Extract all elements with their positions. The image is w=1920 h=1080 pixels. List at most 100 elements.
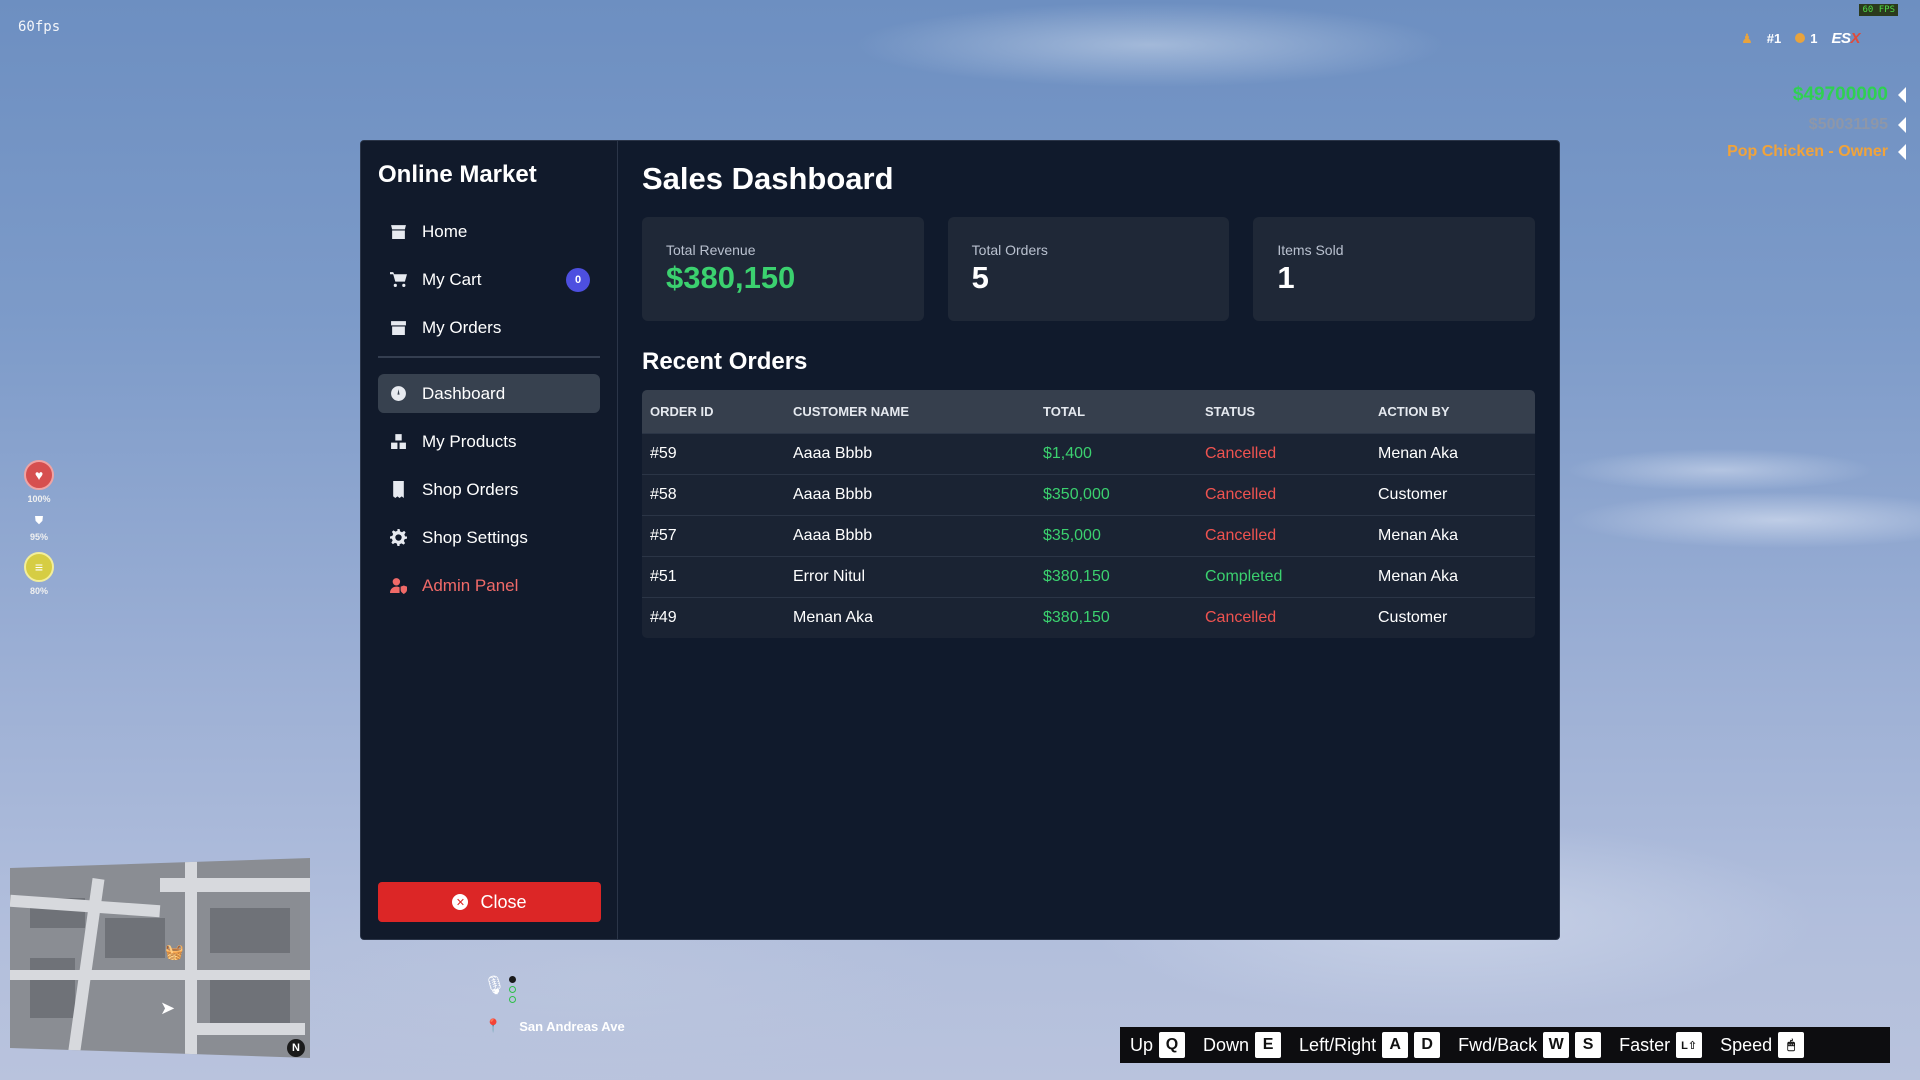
table-header-row: ORDER ID CUSTOMER NAME TOTAL STATUS ACTI…: [642, 390, 1535, 433]
stat-label: Total Orders: [971, 242, 1048, 258]
action-by: Menan Aka: [1370, 514, 1535, 556]
notch-icon: [1898, 87, 1906, 103]
esx-logo: ESX: [1831, 30, 1860, 47]
table-row[interactable]: #57 Aaaa Bbbb $35,000 Cancelled Menan Ak…: [642, 514, 1535, 556]
key-cap: A: [1382, 1032, 1409, 1058]
cart-icon: [388, 271, 408, 288]
dashboard-main: Sales Dashboard Total Revenue $380,150 T…: [618, 141, 1559, 939]
heart-icon: ♥: [24, 460, 54, 490]
sidebar-item-label: My Orders: [422, 317, 502, 337]
table-row[interactable]: #59 Aaaa Bbbb $1,400 Cancelled Menan Aka: [642, 432, 1535, 474]
customer-name: Aaaa Bbbb: [785, 432, 1035, 474]
mouse-icon: 🖱: [1778, 1032, 1805, 1058]
key-label: Fwd/Back: [1458, 1034, 1538, 1055]
action-by: Menan Aka: [1370, 555, 1535, 597]
sidebar-item-cart[interactable]: My Cart 0: [378, 260, 600, 299]
box-icon: [388, 319, 408, 336]
noclip-keybar: Up Q Down E Left/Right A D Fwd/Back W S …: [1120, 1027, 1890, 1063]
action-by: Customer: [1370, 473, 1535, 515]
notch-icon: [1898, 117, 1906, 133]
user-shield-icon: [388, 577, 408, 594]
bank-display: $50031195: [1809, 116, 1906, 134]
location-pin-icon: 📍: [485, 1018, 502, 1033]
sidebar-item-label: Home: [422, 221, 468, 241]
customer-name: Menan Aka: [785, 596, 1035, 638]
receipt-icon: [388, 481, 408, 498]
stamina-pct: 80%: [29, 586, 48, 596]
action-by: Menan Aka: [1370, 432, 1535, 474]
player-arrow-icon: ➤: [160, 998, 176, 1018]
table-row[interactable]: #51 Error Nitul $380,150 Completed Menan…: [642, 555, 1535, 597]
order-total: $350,000: [1035, 473, 1197, 515]
stat-cards: Total Revenue $380,150 Total Orders 5 It…: [642, 217, 1536, 321]
table-row[interactable]: #49 Menan Aka $380,150 Cancelled Custome…: [642, 596, 1535, 638]
sidebar-item-products[interactable]: My Products: [378, 422, 600, 461]
order-status: Cancelled: [1197, 473, 1370, 515]
customer-name: Error Nitul: [785, 555, 1035, 597]
sidebar-item-admin[interactable]: Admin Panel: [378, 566, 600, 605]
sidebar-item-label: Shop Settings: [422, 527, 528, 547]
stat-card-orders: Total Orders 5: [947, 217, 1230, 321]
key-cap: D: [1414, 1032, 1441, 1058]
close-icon: ✕: [452, 894, 469, 910]
status-indicators: ♥ 100% ⛊ 95% ≡ 80%: [22, 460, 56, 606]
column-header: CUSTOMER NAME: [793, 403, 910, 419]
order-id: #49: [642, 596, 785, 638]
sidebar-item-settings[interactable]: Shop Settings: [378, 518, 600, 557]
street-name: San Andreas Ave: [519, 1018, 625, 1034]
order-total: $1,400: [1035, 432, 1197, 474]
key-label: Faster: [1619, 1034, 1671, 1055]
key-label: Up: [1130, 1034, 1154, 1055]
sidebar-item-dashboard[interactable]: Dashboard: [378, 374, 600, 413]
gear-icon: [388, 529, 408, 546]
column-header: TOTAL: [1043, 403, 1086, 419]
server-info: ♟ #1 1 ESX: [1741, 30, 1860, 47]
column-header: ORDER ID: [650, 403, 714, 419]
order-total: $380,150: [1035, 555, 1197, 597]
server-id: #1: [1766, 31, 1782, 46]
stat-value: 5: [971, 260, 989, 295]
brand-title: Online Market: [378, 161, 537, 188]
sidebar-item-home[interactable]: Home: [378, 212, 600, 251]
notch-icon: [1898, 144, 1906, 160]
sidebar-item-shop-orders[interactable]: Shop Orders: [378, 470, 600, 509]
key-cap: L⇧: [1676, 1032, 1703, 1058]
column-header: STATUS: [1205, 403, 1256, 419]
order-id: #57: [642, 514, 785, 556]
cash-display: $49700000: [1793, 84, 1906, 106]
sidebar-item-my-orders[interactable]: My Orders: [378, 308, 600, 347]
table-row[interactable]: #58 Aaaa Bbbb $350,000 Cancelled Custome…: [642, 473, 1535, 515]
order-id: #59: [642, 432, 785, 474]
order-status: Cancelled: [1197, 514, 1370, 556]
stat-card-revenue: Total Revenue $380,150: [642, 217, 924, 321]
sidebar-item-label: Shop Orders: [422, 479, 519, 499]
stat-value: 1: [1277, 260, 1295, 295]
sidebar-item-label: Dashboard: [422, 383, 506, 403]
key-label: Left/Right: [1299, 1034, 1377, 1055]
customer-name: Aaaa Bbbb: [785, 514, 1035, 556]
sidebar-item-label: My Cart: [422, 269, 482, 289]
close-button[interactable]: ✕ Close: [378, 882, 601, 922]
compass-north: N: [287, 1039, 305, 1057]
minimap: ➤ 🧺: [10, 858, 310, 1058]
stat-label: Total Revenue: [666, 242, 756, 258]
order-total: $380,150: [1035, 596, 1197, 638]
column-header: ACTION BY: [1378, 403, 1450, 419]
key-cap: W: [1543, 1032, 1570, 1058]
close-button-label: Close: [480, 891, 527, 912]
customer-name: Aaaa Bbbb: [785, 473, 1035, 515]
page-title: Sales Dashboard: [642, 161, 894, 196]
microphone-icon: 🎙: [483, 975, 506, 995]
fps-badge: 60 FPS: [1859, 4, 1898, 16]
health-pct: 100%: [27, 494, 51, 504]
order-status: Cancelled: [1197, 596, 1370, 638]
order-total: $35,000: [1035, 514, 1197, 556]
sidebar-item-label: Admin Panel: [422, 575, 519, 595]
armor-pct: 95%: [29, 532, 48, 542]
sidebar-item-label: My Products: [422, 431, 517, 451]
recent-orders-table: ORDER ID CUSTOMER NAME TOTAL STATUS ACTI…: [642, 390, 1535, 638]
stat-label: Items Sold: [1277, 242, 1344, 258]
shop-blip-icon: 🧺: [165, 944, 184, 961]
order-id: #51: [642, 555, 785, 597]
key-cap: S: [1575, 1032, 1602, 1058]
